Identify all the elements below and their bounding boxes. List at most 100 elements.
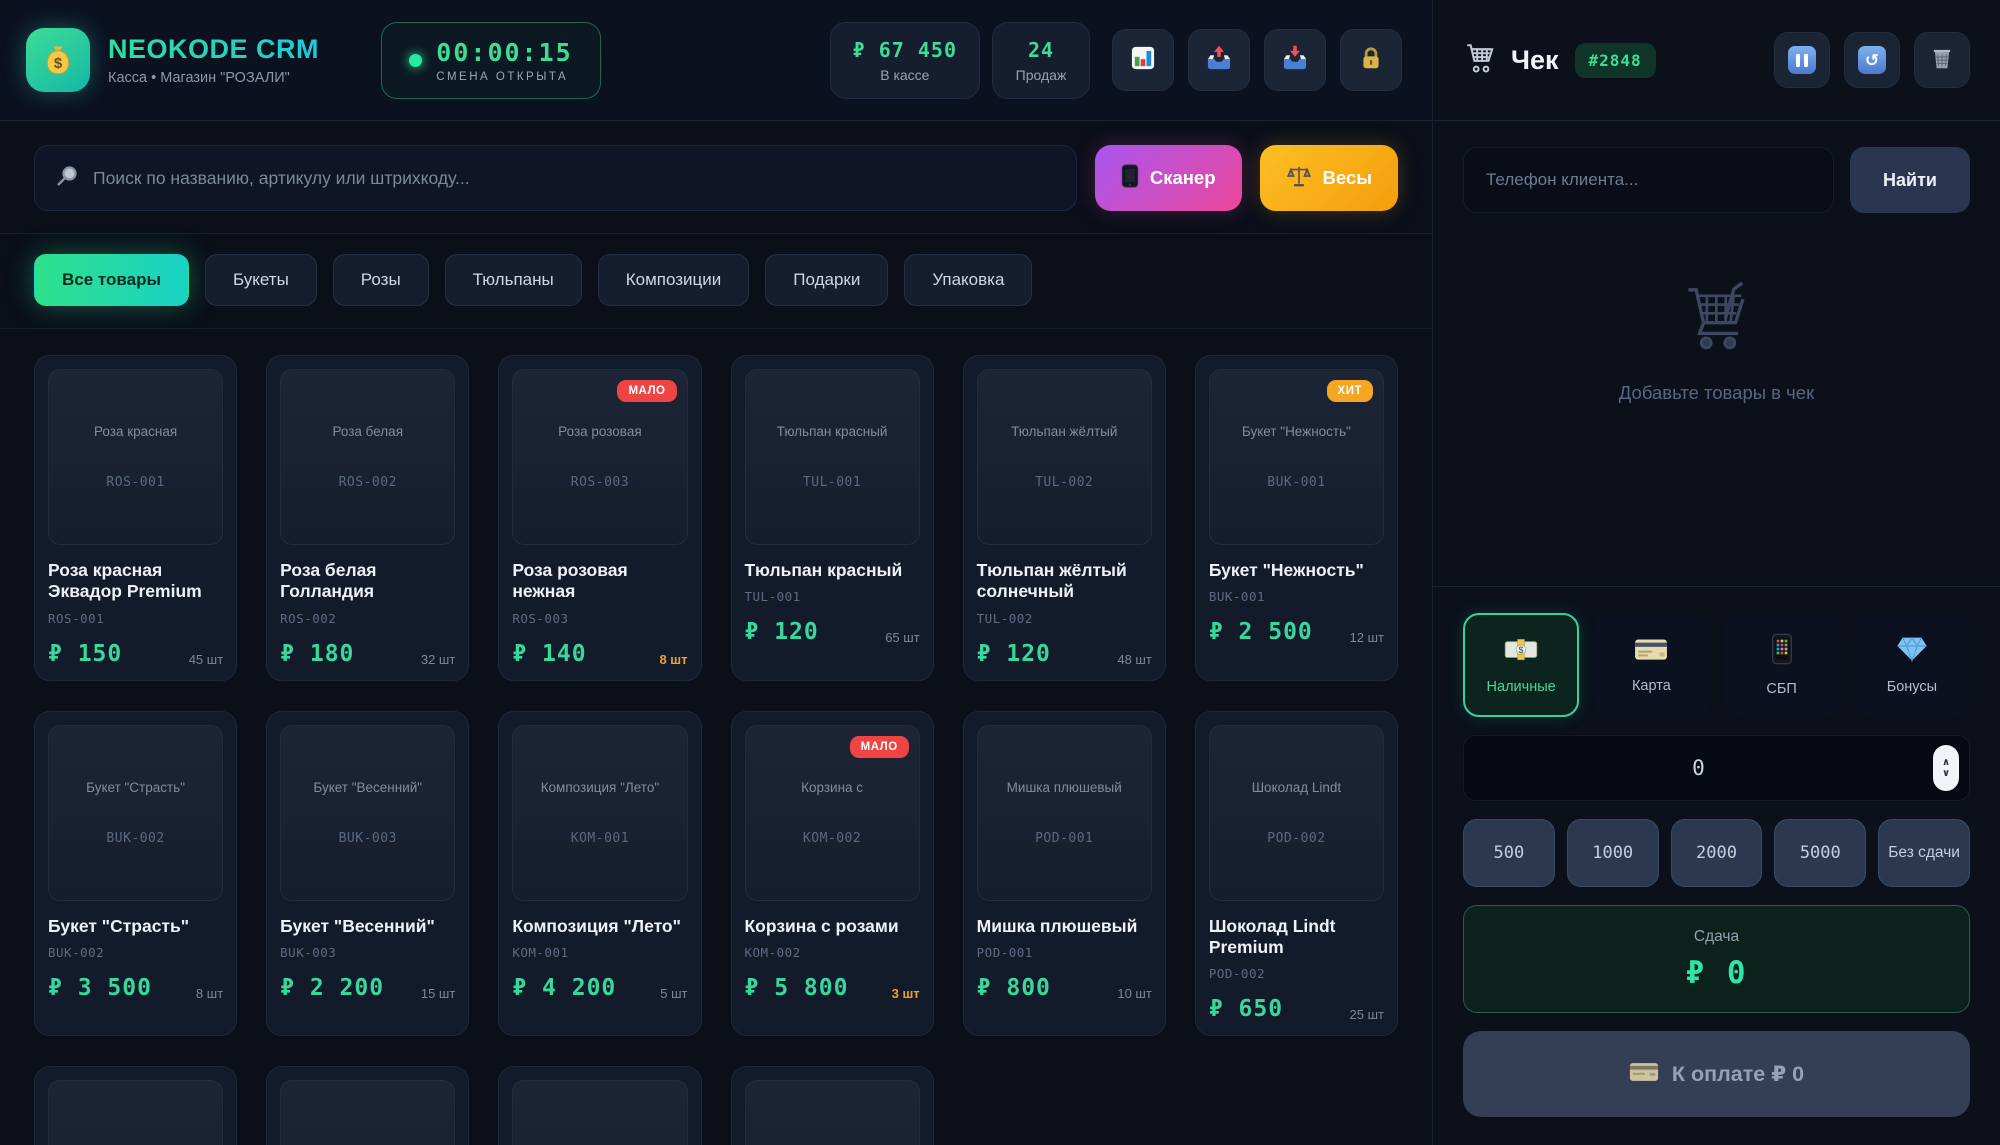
app-title: NEOKODE CRM bbox=[108, 34, 319, 65]
product-card-partial[interactable] bbox=[266, 1066, 469, 1145]
quick-cash-exact[interactable]: Без сдачи bbox=[1878, 819, 1970, 887]
search-icon bbox=[55, 164, 79, 193]
money-bag-icon: $ bbox=[26, 28, 90, 92]
quick-cash-2000[interactable]: 2000 bbox=[1671, 819, 1763, 887]
shift-status-label: СМЕНА ОТКРЫТА bbox=[436, 71, 572, 83]
reports-button[interactable] bbox=[1112, 29, 1174, 91]
cash-amount-box: ∧∨ bbox=[1463, 735, 1970, 801]
svg-text:$: $ bbox=[1519, 645, 1524, 655]
low-stock-badge: МАЛО bbox=[617, 380, 676, 402]
customer-phone-input[interactable] bbox=[1463, 147, 1834, 213]
tab-compositions[interactable]: Композиции bbox=[598, 254, 750, 306]
customer-row: Найти bbox=[1433, 121, 2000, 213]
outbox-tray-icon bbox=[1205, 44, 1233, 77]
topbar: $ NEOKODE CRM Касса • Магазин "РОЗАЛИ" 0… bbox=[0, 0, 1432, 121]
lock-shift-button[interactable] bbox=[1340, 29, 1402, 91]
payment-method-cash[interactable]: $ Наличные bbox=[1463, 613, 1579, 717]
stat-sales-label: Продаж bbox=[1016, 67, 1067, 83]
product-card-partial[interactable] bbox=[34, 1066, 237, 1145]
product-card[interactable]: Шоколад Lindt POD-002 Шоколад Lindt Prem… bbox=[1195, 711, 1398, 1037]
product-card[interactable]: МАЛО Корзина с КОМ-002 Корзина с розами … bbox=[731, 711, 934, 1037]
search-row: Сканер Весы bbox=[0, 121, 1432, 234]
find-customer-button[interactable]: Найти bbox=[1850, 147, 1970, 213]
cart-icon bbox=[1463, 42, 1497, 79]
svg-text:$: $ bbox=[54, 55, 63, 72]
search-input[interactable] bbox=[93, 168, 1056, 189]
brand: $ NEOKODE CRM Касса • Магазин "РОЗАЛИ" bbox=[26, 28, 319, 92]
receipt-panel: Чек #2848 ↺ Найти bbox=[1432, 0, 2000, 1145]
change-value: ₽ 0 bbox=[1686, 955, 1748, 991]
product-card[interactable]: Тюльпан жёлтый TUL-002 Тюльпан жёлтый со… bbox=[963, 355, 1166, 681]
payment-methods: $ Наличные Карта СБП bbox=[1463, 613, 1970, 717]
product-card[interactable]: Роза белая ROS-002 Роза белая Голландия … bbox=[266, 355, 469, 681]
clear-receipt-button[interactable] bbox=[1914, 32, 1970, 88]
pay-button[interactable]: К оплате ₽ 0 bbox=[1463, 1031, 1970, 1117]
main-area: $ NEOKODE CRM Касса • Магазин "РОЗАЛИ" 0… bbox=[0, 0, 1432, 1145]
stat-sales-value: 24 bbox=[1028, 38, 1054, 62]
payment-method-bonus[interactable]: Бонусы bbox=[1854, 613, 1970, 717]
change-label: Сдача bbox=[1694, 928, 1739, 946]
product-card[interactable]: Композиция "Лето" КОМ-001 Композиция "Ле… bbox=[498, 711, 701, 1037]
stat-cash-value: ₽ 67 450 bbox=[853, 38, 957, 62]
hit-badge: ХИТ bbox=[1327, 380, 1373, 402]
cash-amount-input[interactable] bbox=[1464, 736, 1933, 800]
barcode-scanner-icon bbox=[1121, 164, 1139, 193]
stat-cash-label: В кассе bbox=[880, 67, 929, 83]
receipt-title: Чек bbox=[1511, 45, 1559, 76]
search-box bbox=[34, 145, 1077, 211]
category-tabs: Все товары Букеты Розы Тюльпаны Композиц… bbox=[0, 234, 1432, 329]
lock-icon bbox=[1358, 45, 1384, 76]
product-card[interactable]: Тюльпан красный TUL-001 Тюльпан красный … bbox=[731, 355, 934, 681]
return-button[interactable]: ↺ bbox=[1844, 32, 1900, 88]
product-card-partial[interactable] bbox=[498, 1066, 701, 1145]
shift-time: 00:00:15 bbox=[436, 38, 572, 67]
header-actions bbox=[1112, 29, 1402, 91]
product-grid: Роза красная ROS-001 Роза красная Эквадо… bbox=[0, 329, 1432, 1145]
shift-status-dot bbox=[409, 54, 422, 67]
receipt-number-badge: #2848 bbox=[1575, 43, 1656, 78]
diamond-icon bbox=[1896, 635, 1928, 668]
trash-icon bbox=[1929, 45, 1955, 76]
cash-in-button[interactable] bbox=[1188, 29, 1250, 91]
cash-icon: $ bbox=[1503, 635, 1539, 668]
tab-gifts[interactable]: Подарки bbox=[765, 254, 888, 306]
payment-method-sbp[interactable]: СБП bbox=[1724, 613, 1840, 717]
tab-bouquets[interactable]: Букеты bbox=[205, 254, 317, 306]
credit-card-icon bbox=[1634, 636, 1668, 667]
pay-card-icon bbox=[1629, 1060, 1659, 1089]
quick-cash-5000[interactable]: 5000 bbox=[1774, 819, 1866, 887]
quick-cash-row: 500 1000 2000 5000 Без сдачи bbox=[1463, 819, 1970, 887]
tab-packaging[interactable]: Упаковка bbox=[904, 254, 1032, 306]
empty-cart-icon bbox=[1676, 279, 1758, 358]
product-card[interactable]: Букет "Весенний" BUK-003 Букет "Весенний… bbox=[266, 711, 469, 1037]
pause-icon bbox=[1788, 46, 1816, 74]
stat-sales: 24 Продаж bbox=[992, 22, 1090, 99]
payment-method-card[interactable]: Карта bbox=[1593, 613, 1709, 717]
product-card[interactable]: Роза красная ROS-001 Роза красная Эквадо… bbox=[34, 355, 237, 681]
inbox-tray-icon bbox=[1281, 44, 1309, 77]
receipt-header: Чек #2848 ↺ bbox=[1433, 0, 2000, 121]
cash-out-button[interactable] bbox=[1264, 29, 1326, 91]
quick-cash-500[interactable]: 500 bbox=[1463, 819, 1555, 887]
app-subtitle: Касса • Магазин "РОЗАЛИ" bbox=[108, 70, 319, 86]
empty-cart-state: Добавьте товары в чек bbox=[1433, 213, 2000, 404]
return-arrow-icon: ↺ bbox=[1858, 46, 1886, 74]
amount-stepper[interactable]: ∧∨ bbox=[1933, 745, 1959, 791]
scale-button[interactable]: Весы bbox=[1260, 145, 1399, 211]
hold-receipt-button[interactable] bbox=[1774, 32, 1830, 88]
shift-timer: 00:00:15 СМЕНА ОТКРЫТА bbox=[381, 22, 601, 99]
sbp-phone-icon bbox=[1771, 633, 1793, 670]
stat-cash: ₽ 67 450 В кассе bbox=[830, 22, 980, 99]
quick-cash-1000[interactable]: 1000 bbox=[1567, 819, 1659, 887]
product-card[interactable]: Мишка плюшевый POD-001 Мишка плюшевый PO… bbox=[963, 711, 1166, 1037]
tab-roses[interactable]: Розы bbox=[333, 254, 429, 306]
product-card[interactable]: Букет "Страсть" BUK-002 Букет "Страсть" … bbox=[34, 711, 237, 1037]
scanner-button[interactable]: Сканер bbox=[1095, 145, 1242, 211]
product-card[interactable]: МАЛО Роза розовая ROS-003 Роза розовая н… bbox=[498, 355, 701, 681]
product-card-partial[interactable] bbox=[731, 1066, 934, 1145]
bar-chart-icon bbox=[1129, 44, 1157, 77]
tab-tulips[interactable]: Тюльпаны bbox=[445, 254, 582, 306]
tab-all-products[interactable]: Все товары bbox=[34, 254, 189, 306]
pos-app: $ NEOKODE CRM Касса • Магазин "РОЗАЛИ" 0… bbox=[0, 0, 2000, 1145]
product-card[interactable]: ХИТ Букет "Нежность" BUK-001 Букет "Нежн… bbox=[1195, 355, 1398, 681]
